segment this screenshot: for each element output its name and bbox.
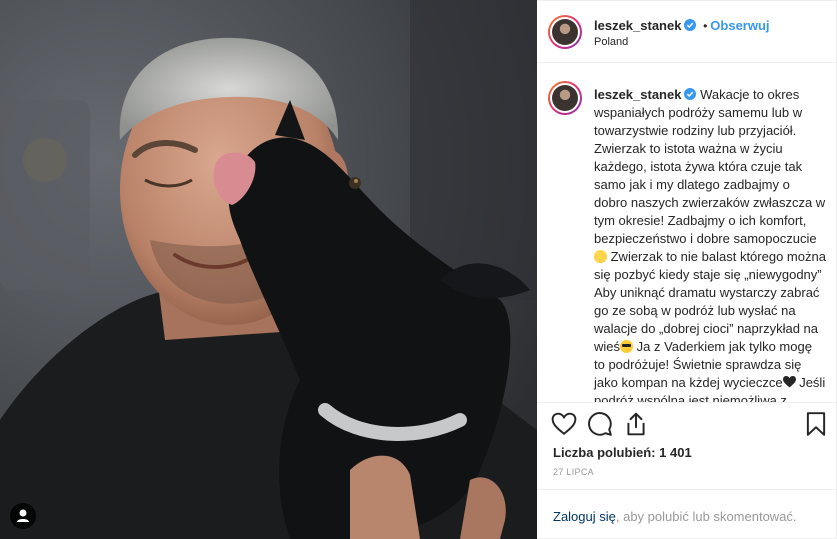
separator-dot: •: [703, 19, 708, 33]
tagged-user-icon[interactable]: [10, 503, 36, 529]
post-header: leszek_stanek • Obserwuj Poland: [537, 1, 836, 63]
post-date[interactable]: 27 LIPCA: [553, 467, 594, 477]
location-link[interactable]: Poland: [594, 36, 628, 48]
caption-username[interactable]: leszek_stanek: [594, 87, 681, 102]
post-panel: leszek_stanek • Obserwuj Poland leszek_st…: [537, 0, 837, 539]
post-photo[interactable]: [0, 0, 537, 539]
verified-badge-icon: [684, 19, 697, 31]
verified-badge-icon: [684, 88, 697, 100]
black-heart-icon: [782, 376, 796, 388]
comment-icon[interactable]: [587, 411, 613, 437]
caption-avatar[interactable]: [548, 81, 582, 115]
avatar[interactable]: [548, 15, 582, 49]
heart-icon[interactable]: [551, 411, 577, 437]
sunglasses-face-icon: [620, 340, 634, 353]
header-username[interactable]: leszek_stanek: [594, 18, 681, 33]
smiling-face-icon: [594, 250, 607, 263]
caption-area[interactable]: leszek_stanek Wakacje to okres wspaniały…: [537, 64, 836, 403]
caption-part-1: Wakacje to okres wspaniałych podróży sam…: [594, 87, 826, 246]
login-bar: Zaloguj się, aby polubić lub skomentować…: [537, 489, 836, 539]
login-prompt: Zaloguj się, aby polubić lub skomentować…: [553, 509, 797, 524]
likes-count[interactable]: Liczba polubień: 1 401: [553, 445, 692, 460]
header-line: leszek_stanek • Obserwuj: [594, 18, 770, 33]
login-prompt-rest: , aby polubić lub skomentować.: [615, 509, 797, 524]
follow-button[interactable]: Obserwuj: [710, 18, 769, 33]
action-bar: [537, 411, 836, 441]
bookmark-icon[interactable]: [803, 411, 829, 437]
login-link[interactable]: Zaloguj się: [553, 509, 616, 524]
caption-text: leszek_stanek Wakacje to okres wspaniały…: [594, 86, 826, 402]
share-icon[interactable]: [623, 411, 649, 437]
